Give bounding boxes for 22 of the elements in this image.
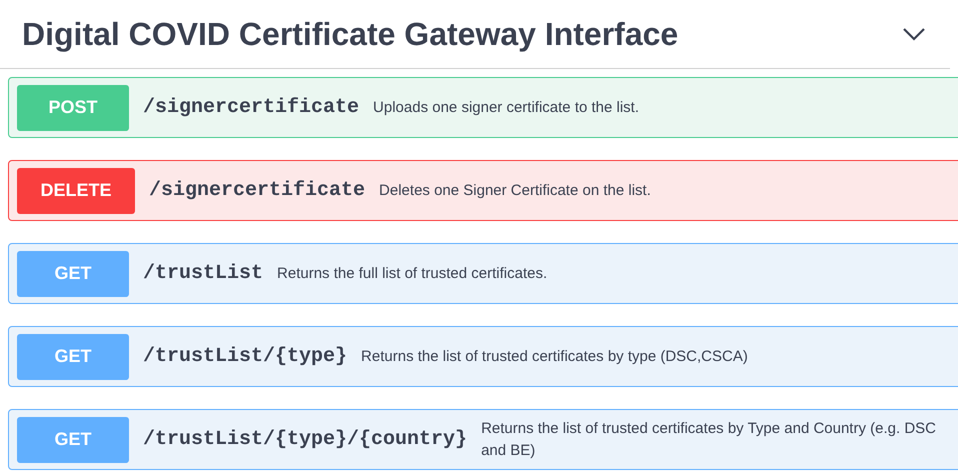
method-badge: POST <box>17 84 129 130</box>
endpoint-path: /trustList <box>143 260 264 286</box>
endpoint-summary: Deletes one Signer Certificate on the list. <box>379 180 652 201</box>
method-badge: GET <box>17 416 129 462</box>
endpoint-path: /signercertificate <box>149 178 366 204</box>
endpoint-summary: Returns the full list of trusted certificates. <box>277 264 548 284</box>
endpoint-summary: Returns the list of trusted certificates by Type and Country (e.g. DSC and BE) <box>481 418 937 460</box>
endpoint-summary: Uploads one signer certificate to the list. <box>373 98 640 118</box>
endpoint-summary: Returns the list of trusted certificates by type (DSC,CSCA) <box>361 346 749 367</box>
section-title[interactable]: Digital COVID Certificate Gateway Interface <box>22 18 902 50</box>
endpoint-path: /signercertificate <box>143 94 360 120</box>
chevron-icon[interactable] <box>902 27 926 41</box>
operation-row[interactable]: GET /trustList Returns the full list of trusted certificates. <box>8 243 958 304</box>
endpoint-path: /trustList/{type} <box>143 344 348 370</box>
endpoint-path: /trustList/{type}/{country} <box>143 426 468 452</box>
operation-row[interactable]: GET /trustList/{type} Returns the list of trusted certificates by type (DSC,CSCA) <box>8 326 958 387</box>
method-badge: GET <box>17 250 129 296</box>
operation-row[interactable]: GET /trustList/{type}/{country} Returns the list of trusted certificates by Type and Country (e.g. DSC and BE) <box>8 409 958 470</box>
method-badge: DELETE <box>17 168 135 214</box>
operation-row[interactable]: POST /signercertificate Uploads one signer certificate to the list. <box>8 77 958 138</box>
operation-row[interactable]: DELETE /signercertificate Deletes one Signer Certificate on the list. <box>8 160 958 221</box>
method-badge: GET <box>17 334 129 380</box>
